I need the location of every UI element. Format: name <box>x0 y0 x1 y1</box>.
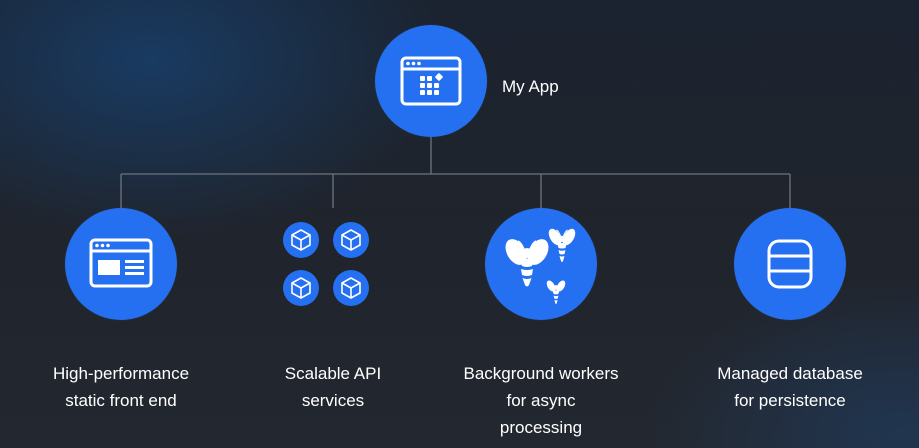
browser-window-icon <box>89 238 153 288</box>
api-node-label: Scalable API services <box>284 364 382 410</box>
frontend-node-label: High-performance static front end <box>52 364 190 410</box>
root-node-label: My App <box>502 77 559 96</box>
app-window-icon <box>400 56 462 106</box>
worker-bees-icon <box>505 228 576 305</box>
root-node-circle <box>375 25 487 137</box>
database-node-circle <box>734 208 846 320</box>
cube-icon <box>333 222 369 258</box>
workers-node-circle <box>485 208 597 320</box>
cube-cluster-icon <box>281 220 385 312</box>
workers-node-label: Background workers for async processing <box>463 364 619 437</box>
cube-icon <box>283 270 319 306</box>
database-icon <box>767 239 813 289</box>
frontend-node-circle <box>65 208 177 320</box>
cube-icon <box>283 222 319 258</box>
cube-icon <box>333 270 369 306</box>
database-node-label: Managed database for persistence <box>717 364 863 410</box>
